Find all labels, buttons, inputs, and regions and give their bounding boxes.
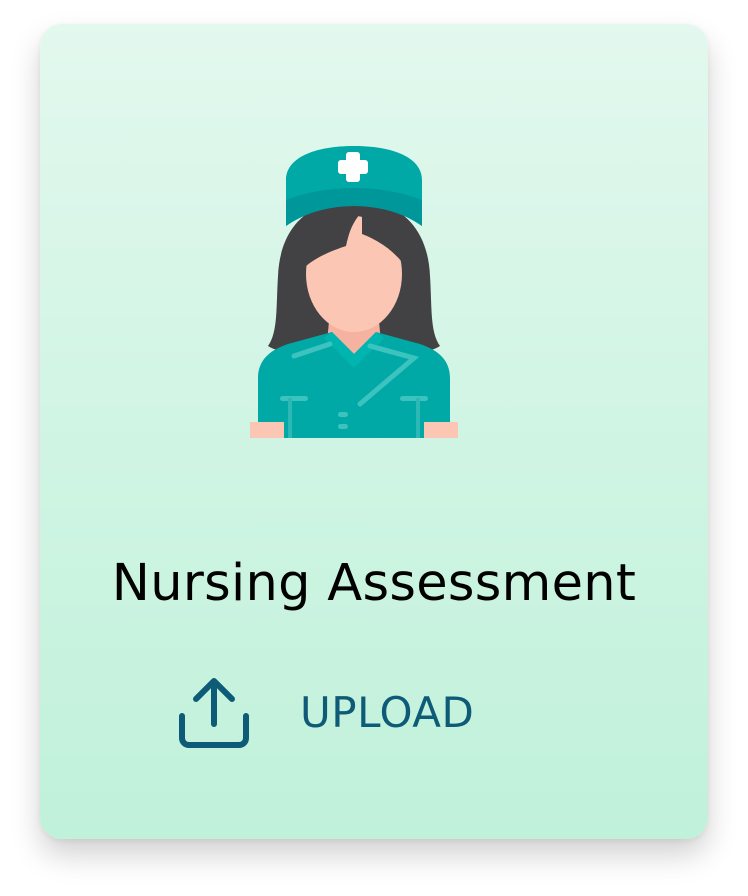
nursing-assessment-card[interactable]: Nursing Assessment UPLOAD <box>40 24 708 839</box>
upload-button[interactable]: UPLOAD <box>174 672 504 752</box>
upload-icon <box>174 672 254 752</box>
upload-label: UPLOAD <box>300 687 475 737</box>
card-title: Nursing Assessment <box>111 554 637 613</box>
nurse-avatar-icon <box>250 142 458 438</box>
